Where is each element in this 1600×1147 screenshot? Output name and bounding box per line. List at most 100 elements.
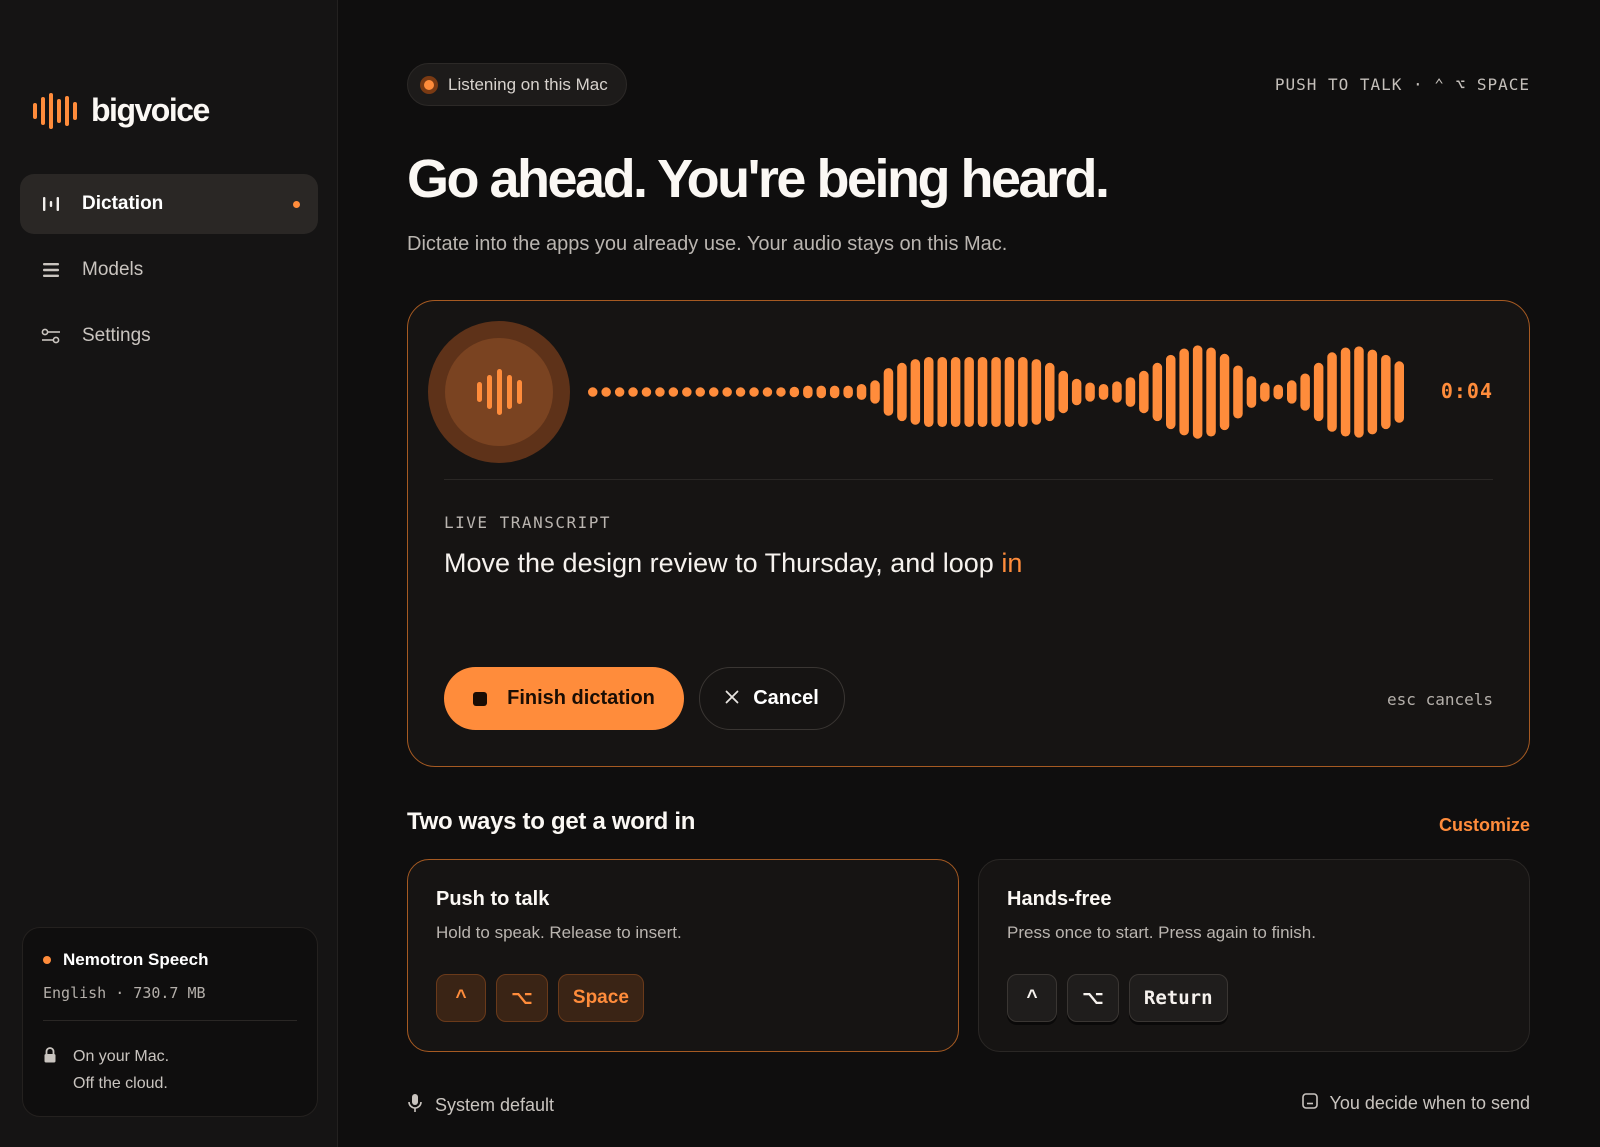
waveform-bar [950, 357, 961, 427]
waveform-bar [641, 387, 652, 397]
waveform-bar [789, 386, 800, 398]
waveform-bar [1045, 362, 1055, 422]
sidebar-item-dictation[interactable]: Dictation [20, 174, 318, 234]
waveform-bar [1233, 365, 1243, 419]
recording-indicator[interactable] [428, 321, 570, 463]
hands-free-card[interactable]: Hands-free Press once to start. Press ag… [978, 859, 1530, 1052]
push-to-talk-card[interactable]: Push to talk Hold to speak. Release to i… [407, 859, 959, 1052]
waveform-bar [722, 387, 732, 397]
lock-icon [43, 1046, 57, 1097]
sliders-icon [40, 325, 62, 347]
transcript-label: LIVE TRANSCRIPT [444, 513, 611, 532]
waveform-bar [735, 387, 746, 397]
divider [444, 479, 1493, 480]
send-mode-selector[interactable]: You decide when to send [1301, 1093, 1531, 1114]
waveform-bar [1273, 384, 1283, 400]
app-logo[interactable]: bigvoice [33, 92, 210, 129]
waveform-bar [1260, 382, 1270, 402]
sidebar-item-settings[interactable]: Settings [20, 306, 318, 366]
shortcut-keys: ^ ⌥ Space [436, 974, 644, 1022]
divider [43, 1020, 297, 1021]
waveform-bar [1179, 348, 1189, 436]
waveform-bar [1112, 381, 1122, 403]
waveform-bar [1192, 345, 1203, 439]
finish-dictation-button[interactable]: Finish dictation [444, 667, 684, 730]
model-meta: English · 730.7 MB [43, 984, 206, 1002]
sidebar-item-label: Settings [82, 325, 151, 346]
waveform-bar [991, 357, 1001, 427]
mode-description: Press once to start. Press again to fini… [1007, 923, 1316, 942]
push-to-talk-hint: PUSH TO TALK · ⌃ ⌥ SPACE [1274, 75, 1530, 94]
stop-icon [473, 691, 488, 706]
waveform-bar [1058, 370, 1068, 414]
sidebar-item-models[interactable]: Models [20, 240, 318, 300]
waveform-bar [897, 362, 907, 422]
close-icon [725, 687, 739, 710]
waveform-bar [1139, 370, 1149, 414]
waveform-bar [1246, 376, 1257, 408]
audio-waveform [588, 345, 1404, 439]
waveform-bar [829, 385, 840, 399]
waveform-bar [1125, 377, 1136, 407]
page-subtitle: Dictate into the apps you already use. Y… [407, 233, 1008, 255]
esc-hint: esc cancels [1387, 690, 1493, 709]
waveform-bar [1354, 346, 1364, 438]
waveform-bar [1098, 384, 1109, 400]
waveform-bar [1313, 362, 1324, 422]
sidebar-item-label: Dictation [82, 193, 164, 214]
waveform-bar [1071, 378, 1082, 406]
waveform-bar [628, 387, 638, 397]
waveform-bar [1340, 347, 1351, 437]
privacy-note: On your Mac. Off the cloud. [43, 1043, 297, 1097]
waveform-bar [762, 387, 773, 397]
privacy-line: Off the cloud. [73, 1075, 168, 1092]
page-title: Go ahead. You're being heard. [407, 149, 1110, 209]
waveform-bar [668, 387, 679, 397]
mode-title: Push to talk [436, 888, 550, 910]
key-return: Return [1128, 974, 1228, 1022]
customize-link[interactable]: Customize [1439, 815, 1530, 836]
listening-status-pill: Listening on this Mac [407, 63, 627, 106]
waveform-bar [1004, 357, 1015, 427]
model-status-dot [43, 956, 51, 964]
mode-title: Hands-free [1007, 888, 1112, 910]
waveform-bar [816, 385, 826, 399]
waveform-bar [709, 387, 719, 397]
waveform-bar [1394, 361, 1404, 423]
model-name: Nemotron Speech [63, 950, 209, 969]
waveform-bar [695, 387, 705, 397]
waveform-bar [870, 380, 880, 404]
logo-waveform-icon [33, 92, 77, 129]
waveform-bar [1206, 347, 1216, 437]
waveform-bar [910, 359, 921, 425]
finish-label: Finish dictation [507, 687, 655, 709]
cancel-button[interactable]: Cancel [699, 667, 845, 730]
privacy-line: On your Mac. [73, 1048, 170, 1065]
waveform-bar [1166, 354, 1176, 430]
waveform-bar [601, 387, 611, 397]
message-icon [1301, 1093, 1318, 1114]
waveform-bar [856, 384, 867, 400]
app-name: bigvoice [91, 92, 210, 128]
shortcut-keys: ^ ⌥ Return [1007, 974, 1228, 1022]
waveform-bar [803, 385, 813, 399]
waveform-bar [937, 357, 947, 427]
live-transcript: Move the design review to Thursday, and … [444, 548, 1022, 579]
waveform-icon [40, 193, 62, 215]
key-option: ⌥ [1067, 974, 1119, 1022]
sidebar-nav: Dictation Models Settings [20, 174, 318, 372]
send-mode-label: You decide when to send [1329, 1093, 1531, 1113]
cancel-label: Cancel [753, 687, 819, 709]
input-device-selector[interactable]: System default [407, 1093, 554, 1118]
model-card[interactable]: Nemotron Speech English · 730.7 MB On yo… [22, 927, 318, 1117]
input-device-label: System default [435, 1095, 555, 1115]
waveform-bar [776, 387, 786, 397]
active-indicator-dot [293, 201, 300, 208]
waveform-bar [682, 387, 692, 397]
recording-timer: 0:04 [1440, 379, 1493, 403]
waveform-bar [977, 357, 988, 427]
waveform-icon [445, 338, 553, 446]
waveform-bar [843, 385, 853, 399]
waveform-bar [655, 387, 665, 397]
waveform-bar [1381, 354, 1391, 430]
